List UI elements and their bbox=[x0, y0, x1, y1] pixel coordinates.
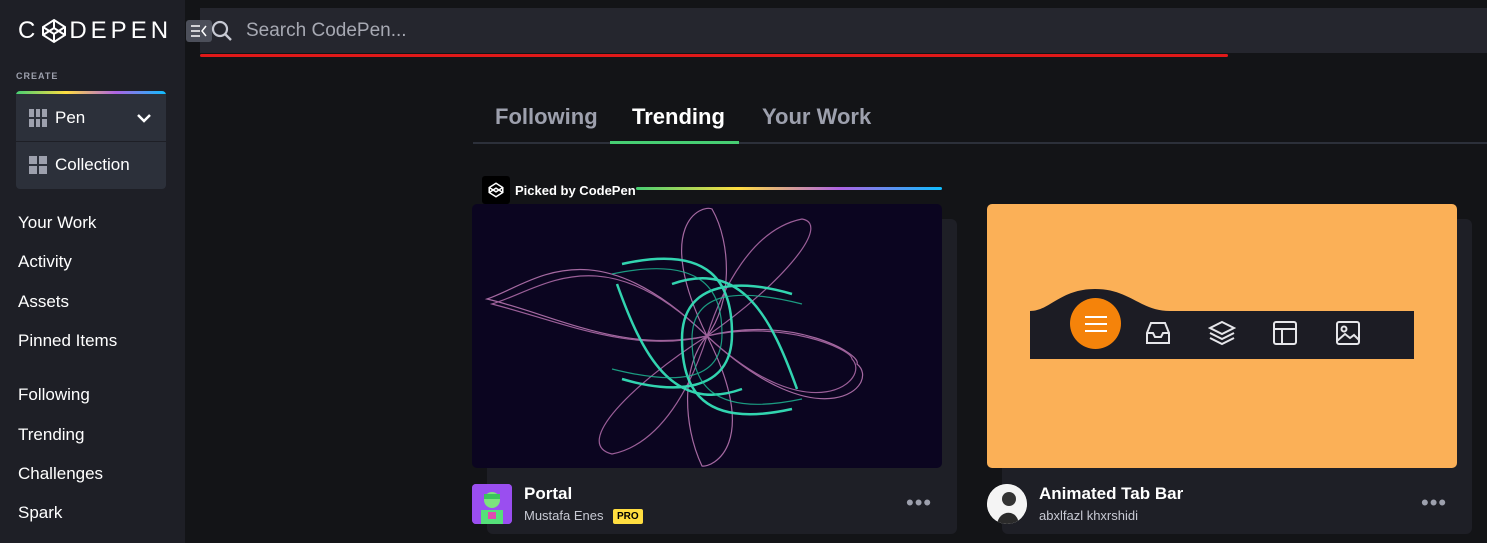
sidebar-item-assets[interactable]: Assets bbox=[18, 292, 69, 312]
chevron-down-icon[interactable] bbox=[136, 113, 152, 123]
collapse-sidebar-button[interactable] bbox=[186, 20, 212, 42]
tab-trending[interactable]: Trending bbox=[632, 104, 725, 130]
avatar-abxlfazl[interactable] bbox=[987, 484, 1027, 524]
search-input[interactable] bbox=[246, 17, 1146, 45]
codepen-cube-icon bbox=[42, 18, 67, 44]
sidebar-item-activity[interactable]: Activity bbox=[18, 252, 72, 272]
active-tab-indicator bbox=[610, 141, 739, 144]
tab-following[interactable]: Following bbox=[495, 104, 598, 130]
sidebar: C DEPEN CREATE Pen Collection Your Work … bbox=[0, 0, 185, 543]
image-icon bbox=[1336, 321, 1360, 345]
logo-text-c: C bbox=[18, 17, 40, 44]
sidebar-item-spark[interactable]: Spark bbox=[18, 503, 62, 523]
portal-art-image bbox=[484, 207, 864, 467]
codepen-badge-icon bbox=[482, 176, 510, 204]
create-menu: Pen Collection bbox=[16, 91, 166, 189]
card-tabbar-title[interactable]: Animated Tab Bar bbox=[1039, 484, 1183, 504]
sidebar-item-trending[interactable]: Trending bbox=[18, 425, 84, 445]
logo-text-depen: DEPEN bbox=[69, 17, 173, 44]
layout-icon bbox=[1273, 321, 1297, 345]
picked-rainbow-bar bbox=[636, 187, 942, 190]
search-icon bbox=[211, 20, 232, 41]
create-pen-button[interactable]: Pen bbox=[16, 94, 166, 141]
card-tabbar-more-button[interactable]: ••• bbox=[1421, 490, 1447, 516]
sidebar-item-pinned-items[interactable]: Pinned Items bbox=[18, 331, 117, 351]
codepen-logo[interactable]: C DEPEN bbox=[18, 17, 173, 44]
picked-text: Picked by CodePen bbox=[515, 182, 636, 198]
tab-your-work[interactable]: Your Work bbox=[762, 104, 871, 130]
loading-progress-bar bbox=[200, 54, 1228, 57]
sidebar-item-challenges[interactable]: Challenges bbox=[18, 464, 103, 484]
create-pen-label: Pen bbox=[55, 107, 86, 127]
picked-by-codepen-label: Picked by CodePen bbox=[482, 176, 636, 204]
sidebar-item-your-work[interactable]: Your Work bbox=[18, 213, 96, 233]
card-portal-preview[interactable] bbox=[472, 204, 942, 468]
create-collection-button[interactable]: Collection bbox=[16, 141, 166, 188]
pro-badge: PRO bbox=[613, 509, 643, 524]
hamburger-menu-icon bbox=[1084, 315, 1107, 332]
create-label: CREATE bbox=[16, 71, 59, 81]
avatar-mustafa-enes[interactable] bbox=[472, 484, 512, 524]
collection-grid-icon bbox=[29, 156, 47, 174]
sidebar-item-following[interactable]: Following bbox=[18, 385, 90, 405]
layers-icon bbox=[1208, 320, 1236, 346]
menu-circle-button bbox=[1070, 298, 1121, 349]
inbox-icon bbox=[1146, 322, 1170, 344]
card-portal-author[interactable]: Mustafa Enes bbox=[524, 508, 604, 523]
create-collection-label: Collection bbox=[55, 155, 130, 174]
card-tabbar-author[interactable]: abxlfazl khxrshidi bbox=[1039, 508, 1138, 523]
card-portal-title[interactable]: Portal bbox=[524, 484, 572, 504]
pen-grid-icon bbox=[29, 108, 47, 127]
card-portal-more-button[interactable]: ••• bbox=[906, 490, 932, 516]
collapse-sidebar-icon bbox=[191, 25, 207, 37]
